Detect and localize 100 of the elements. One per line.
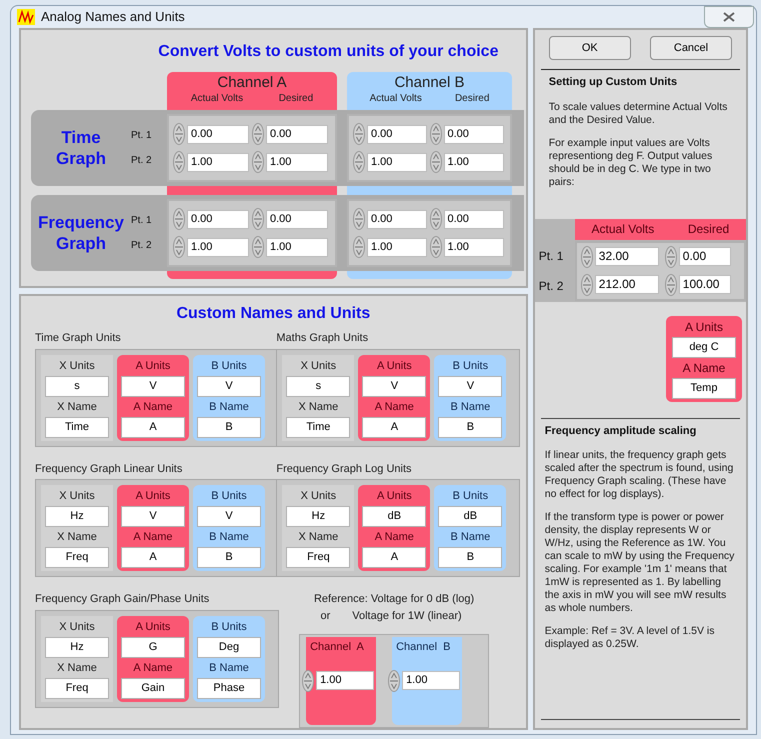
number-field[interactable]: 0.00 [266,124,328,144]
text-field[interactable]: V [121,506,185,527]
text-field[interactable]: Freq [286,547,350,568]
text-field[interactable]: Hz [45,506,109,527]
text-field[interactable]: Gain [121,678,185,698]
number-field[interactable]: 1.00 [187,238,249,256]
text-field[interactable]: Time [286,416,350,438]
column-label: Actual Volts [370,92,422,106]
text-field[interactable]: s [45,376,109,396]
field-label: X Units [59,358,95,374]
number-field[interactable]: 1.00 [367,152,427,172]
number-field[interactable]: 0.00 [187,124,249,144]
field-label: A Units [136,489,170,504]
channel-title: Channel A [217,74,287,91]
up-down-arrows-icon[interactable] [353,123,365,145]
number-field[interactable]: 1.00 [402,671,460,690]
text-field[interactable]: dB [438,506,502,527]
field-label: A Units [136,620,170,634]
text-field[interactable]: s [286,376,350,396]
number-field[interactable]: 0.00 [678,247,731,266]
number-field[interactable]: 1.00 [444,152,504,172]
point-label: Pt. 1 [538,248,564,264]
window-title: Analog Names and Units [41,8,185,26]
text-field[interactable]: V [362,376,426,396]
text-field[interactable]: V [121,376,185,396]
text-field[interactable]: B [438,547,502,568]
field-label: B Units [211,358,247,374]
text-field[interactable]: B [197,547,261,568]
up-down-arrows-icon[interactable] [302,670,314,692]
up-down-arrows-icon[interactable] [664,274,677,296]
help-paragraph: Example: Ref = 3V. A level of 1.5V is displayed as 0.25W. [544,625,716,651]
number-field[interactable]: 1.00 [266,152,328,172]
channel-label: Channel B [395,640,452,655]
up-down-arrows-icon[interactable] [388,670,400,692]
text-field[interactable]: V [197,376,261,396]
point-label: Pt. 1 [131,129,153,143]
up-down-arrows-icon[interactable] [353,236,365,258]
number-field[interactable]: 0.00 [367,124,427,144]
field-label: A Name [374,530,414,545]
close-button[interactable] [704,6,754,28]
up-down-arrows-icon[interactable] [252,208,264,230]
up-down-arrows-icon[interactable] [173,208,185,230]
text-field[interactable]: A [362,547,426,568]
up-down-arrows-icon[interactable] [173,123,185,145]
up-down-arrows-icon[interactable] [353,208,365,230]
text-field[interactable]: Freq [45,547,109,568]
column-label: Actual Volts [592,221,654,238]
number-field[interactable]: 1.00 [266,238,328,256]
channel-label: Channel A [309,640,365,655]
field-label: A Name [682,360,726,376]
up-down-arrows-icon[interactable] [252,123,264,145]
number-field[interactable]: 1.00 [367,238,427,256]
up-down-arrows-icon[interactable] [430,151,442,173]
text-field[interactable]: B [197,416,261,438]
text-field[interactable]: V [197,506,261,527]
text-field[interactable]: A [362,416,426,438]
text-field[interactable]: Hz [45,636,109,658]
up-down-arrows-icon[interactable] [664,246,677,268]
up-down-arrows-icon[interactable] [430,208,442,230]
number-field[interactable]: 0.00 [187,210,249,228]
text-field[interactable]: deg C [672,336,736,358]
text-field[interactable]: V [438,376,502,396]
text-field[interactable]: Temp [672,378,736,398]
number-field[interactable]: 1.00 [444,238,504,256]
wave-logo-icon [17,9,35,25]
number-field[interactable]: 0.00 [266,210,328,228]
up-down-arrows-icon[interactable] [430,236,442,258]
text-field[interactable]: dB [362,506,426,527]
number-field[interactable]: 32.00 [594,247,659,266]
dialog-button[interactable]: Cancel [650,36,732,60]
up-down-arrows-icon[interactable] [173,236,185,258]
text-field[interactable]: Time [45,416,109,438]
number-field[interactable]: 0.00 [444,124,504,144]
up-down-arrows-icon[interactable] [430,123,442,145]
up-down-arrows-icon[interactable] [580,246,593,268]
number-field[interactable]: 100.00 [678,275,731,294]
panel-title: Custom Names and Units [175,304,372,324]
column-label: Desired [454,92,490,106]
number-field[interactable]: 1.00 [316,671,374,690]
up-down-arrows-icon[interactable] [252,236,264,258]
number-field[interactable]: 212.00 [594,275,659,294]
text-field[interactable]: Hz [286,506,350,527]
text-field[interactable]: A [121,416,185,438]
text-field[interactable]: B [438,416,502,438]
dialog-button[interactable]: OK [548,36,631,60]
up-down-arrows-icon[interactable] [353,151,365,173]
up-down-arrows-icon[interactable] [580,274,593,296]
up-down-arrows-icon[interactable] [252,151,264,173]
number-field[interactable]: 1.00 [187,152,249,172]
help-heading: Frequency amplitude scaling [544,424,698,438]
graph-label: Frequency [38,212,124,233]
up-down-arrows-icon[interactable] [173,151,185,173]
text-field[interactable]: G [121,636,185,658]
text-field[interactable]: Deg [197,636,261,658]
text-field[interactable]: Freq [45,678,109,698]
text-field[interactable]: A [121,547,185,568]
number-field[interactable]: 0.00 [444,210,504,228]
group-title: Maths Graph Units [276,331,370,346]
text-field[interactable]: Phase [197,678,261,698]
number-field[interactable]: 0.00 [367,210,427,228]
